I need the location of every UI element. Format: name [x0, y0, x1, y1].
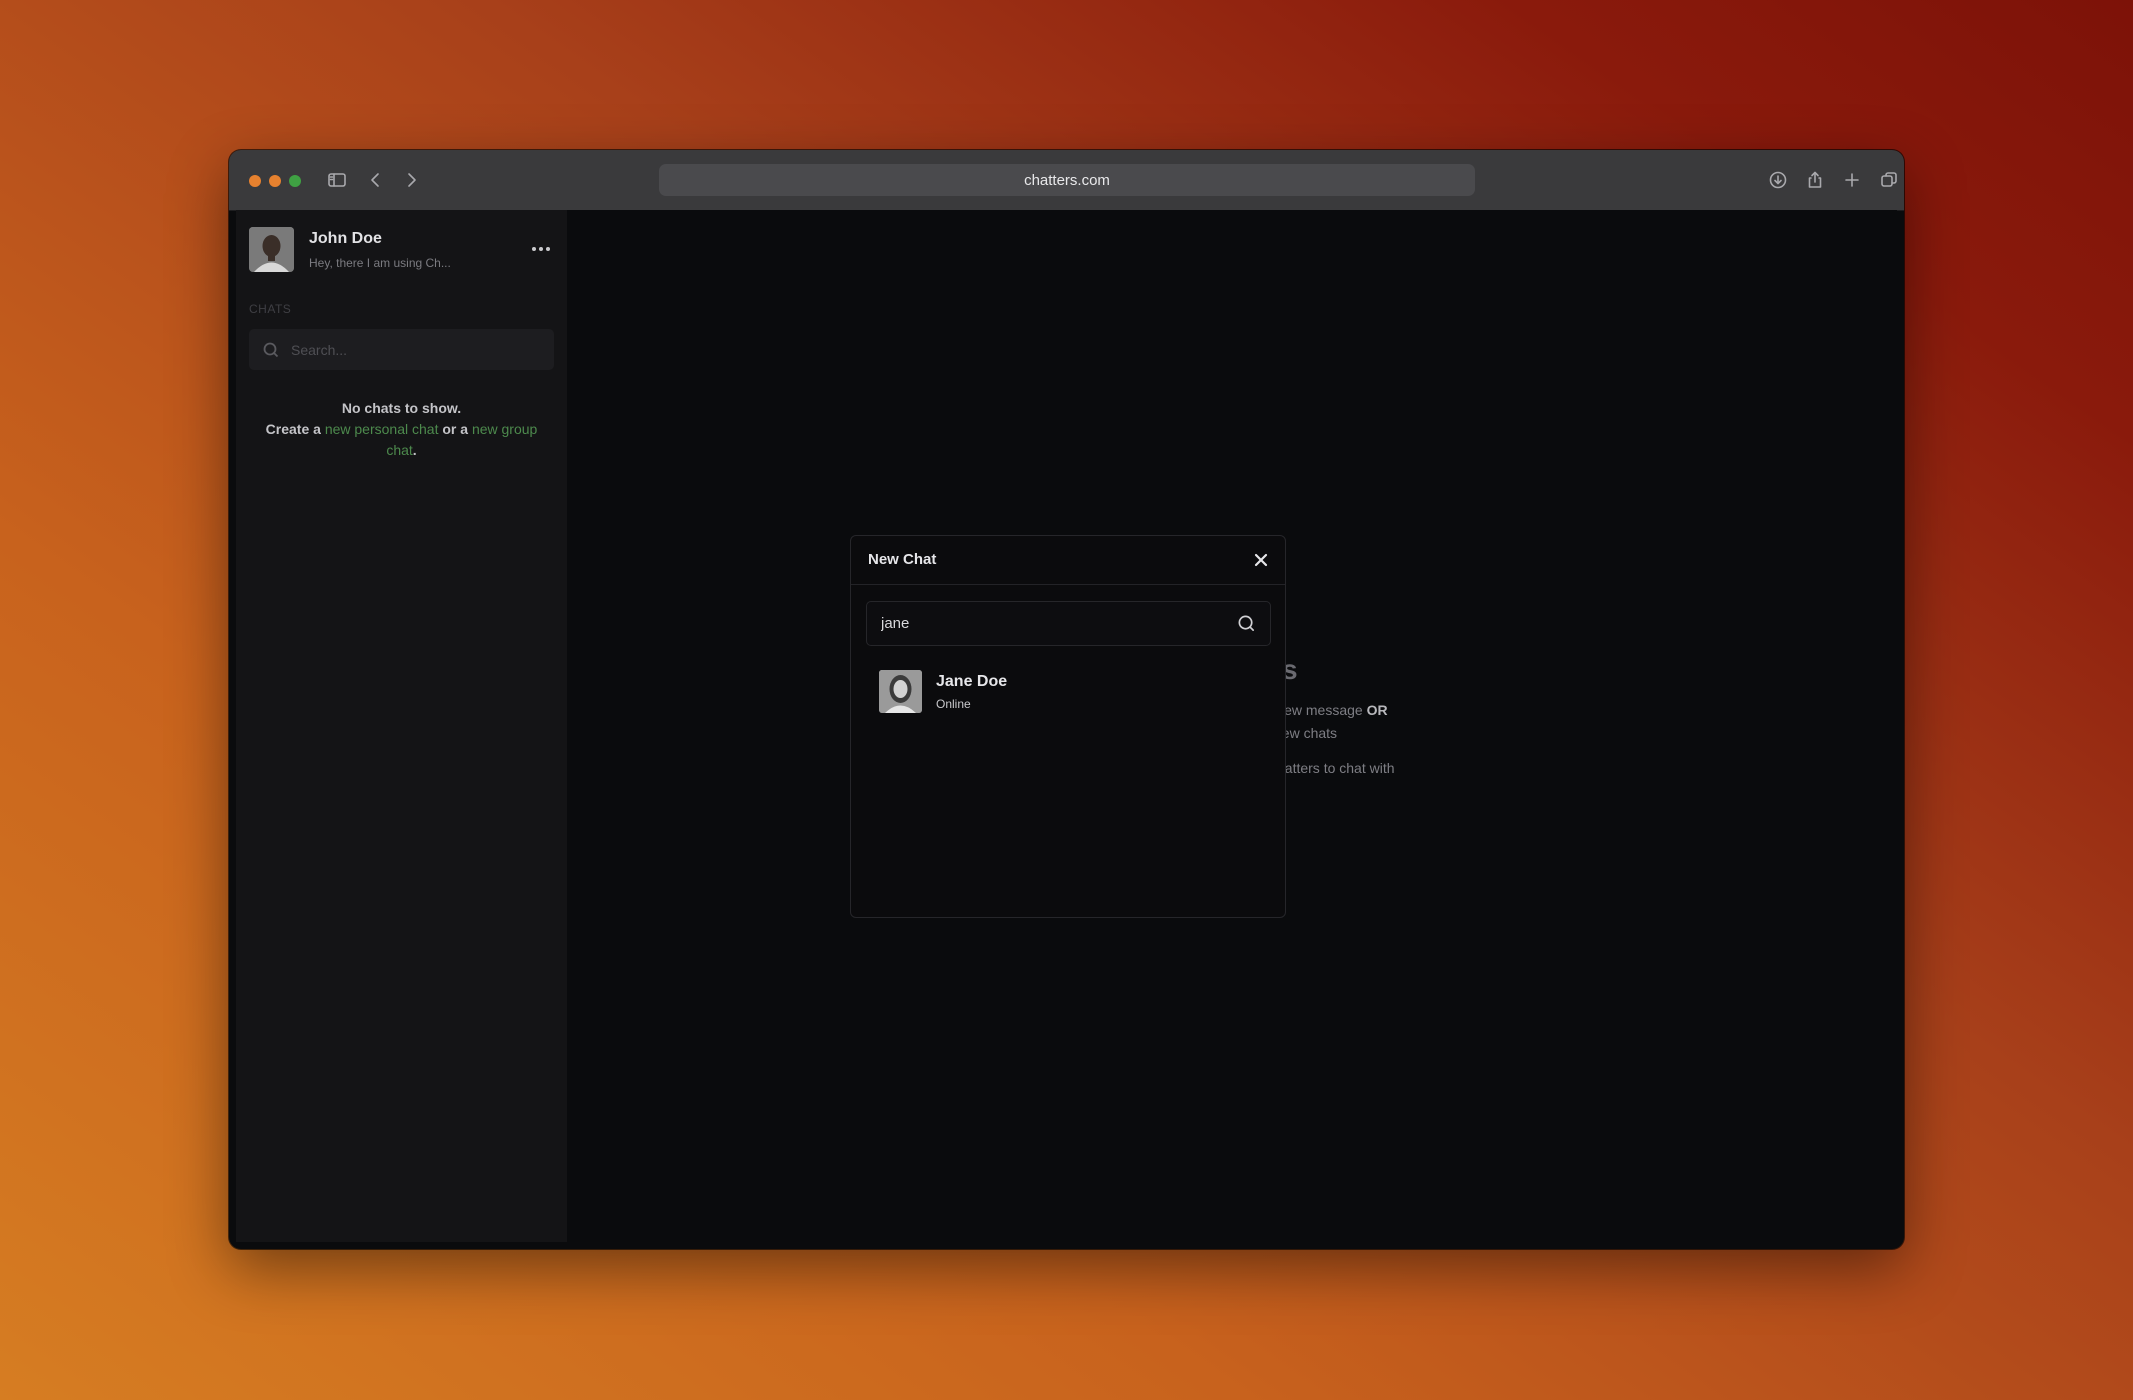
- empty-chats-message: No chats to show. Create a new personal …: [249, 398, 554, 461]
- window-minimize-button[interactable]: [269, 175, 281, 187]
- create-middle-text: or a: [438, 421, 472, 437]
- welcome-line-1-text: view message: [1274, 702, 1363, 718]
- chats-section-label: CHATS: [249, 302, 292, 316]
- modal-close-button[interactable]: [1251, 550, 1271, 570]
- sidebar-toggle-icon[interactable]: [323, 166, 351, 194]
- profile-avatar[interactable]: [249, 227, 294, 272]
- create-prefix-text: Create a: [265, 421, 325, 437]
- downloads-icon[interactable]: [1764, 166, 1792, 194]
- ellipsis-dot-icon: [539, 247, 543, 251]
- browser-titlebar: chatters.com: [229, 150, 1904, 211]
- empty-chats-create: Create a new personal chat or a new grou…: [249, 419, 554, 461]
- modal-title: New Chat: [868, 551, 937, 568]
- new-personal-chat-link[interactable]: new personal chat: [325, 421, 439, 437]
- profile-name: John Doe: [309, 230, 382, 247]
- window-close-button[interactable]: [249, 175, 261, 187]
- profile-status: Hey, there I am using Ch...: [309, 256, 451, 270]
- create-suffix-text: .: [412, 442, 417, 458]
- search-icon: [1238, 615, 1254, 632]
- close-icon: [1254, 553, 1268, 567]
- empty-chats-line: No chats to show.: [341, 400, 462, 416]
- forward-icon[interactable]: [397, 166, 425, 194]
- window-maximize-button[interactable]: [289, 175, 301, 187]
- back-icon[interactable]: [362, 166, 390, 194]
- result-avatar: [879, 670, 922, 713]
- address-bar-url: chatters.com: [1024, 171, 1110, 189]
- result-name: Jane Doe: [936, 673, 1008, 690]
- ellipsis-dot-icon: [532, 247, 536, 251]
- welcome-line-3: hatters to chat with: [1277, 760, 1395, 776]
- modal-header: New Chat: [851, 536, 1285, 585]
- new-tab-icon[interactable]: [1838, 166, 1866, 194]
- welcome-line-1-bold: OR: [1366, 702, 1388, 718]
- user-search-input[interactable]: [867, 614, 1234, 633]
- result-status: Online: [936, 697, 971, 711]
- tab-overview-icon[interactable]: [1875, 166, 1903, 194]
- sidebar-search[interactable]: [249, 329, 554, 370]
- sidebar: John Doe Hey, there I am using Ch... CHA…: [236, 210, 567, 1242]
- more-options-button[interactable]: [529, 240, 553, 258]
- search-icon: [263, 342, 279, 357]
- new-chat-modal: New Chat Jane Doe Online: [850, 535, 1286, 918]
- search-submit-button[interactable]: [1234, 612, 1258, 636]
- user-search-field[interactable]: [866, 601, 1271, 646]
- search-result-item[interactable]: Jane Doe Online: [879, 670, 1259, 716]
- ellipsis-dot-icon: [546, 247, 550, 251]
- browser-window: chatters.com John Doe Hey, there I am us…: [229, 150, 1904, 1249]
- share-icon[interactable]: [1801, 166, 1829, 194]
- address-bar[interactable]: chatters.com: [659, 164, 1475, 196]
- sidebar-search-input[interactable]: [289, 340, 533, 359]
- welcome-line-1: view message OR: [1274, 702, 1388, 718]
